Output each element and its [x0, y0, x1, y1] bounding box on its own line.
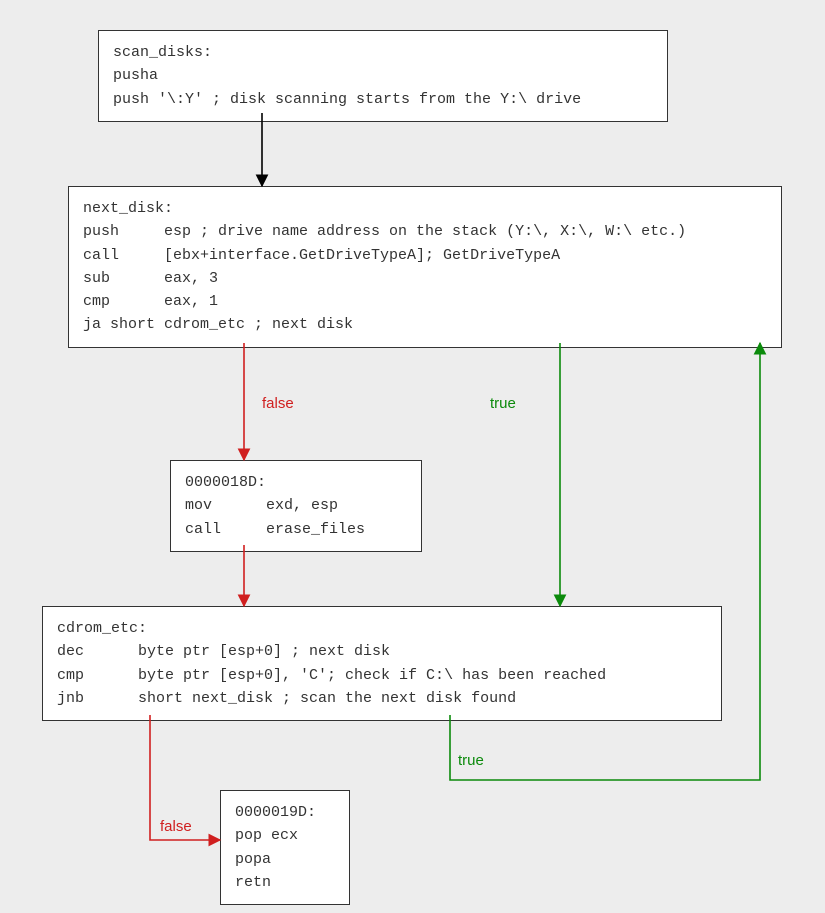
edges-layer	[0, 0, 825, 913]
label-false-2: false	[160, 818, 192, 835]
label-false-1: false	[262, 395, 294, 412]
label-true-2: true	[458, 752, 484, 769]
label-true-1: true	[490, 395, 516, 412]
flowchart-canvas: scan_disks: pusha push '\:Y' ; disk scan…	[0, 0, 825, 913]
